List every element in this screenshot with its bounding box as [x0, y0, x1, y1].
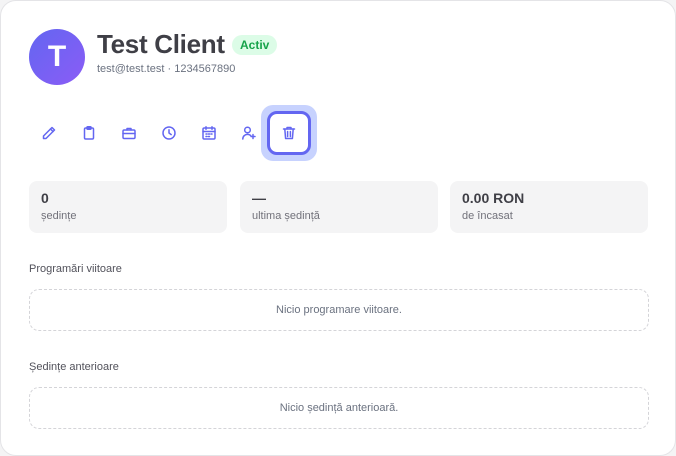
- client-contact: test@test.test · 1234567890: [97, 63, 235, 75]
- user-add-icon: [242, 126, 256, 140]
- client-card: T Test Client Activ test@test.test · 123…: [0, 0, 676, 456]
- stat-value: 0: [41, 190, 49, 206]
- calendar-icon: [202, 126, 216, 140]
- edit-icon: [42, 126, 56, 140]
- upcoming-empty-box: Nicio programare viitoare.: [29, 289, 649, 331]
- stat-label: ședințe: [41, 210, 77, 222]
- past-empty-box: Nicio ședință anterioară.: [29, 387, 649, 429]
- schedule-button[interactable]: [189, 117, 229, 149]
- client-phone: 1234567890: [174, 63, 236, 75]
- stat-value: 0.00 RON: [462, 190, 525, 206]
- briefcase-icon: [122, 127, 136, 140]
- clipboard-icon: [83, 126, 95, 140]
- notes-button[interactable]: [69, 117, 109, 149]
- stat-value: —: [252, 190, 266, 206]
- past-title: Ședințe anterioare: [29, 361, 119, 373]
- past-empty-text: Nicio ședință anterioară.: [279, 402, 399, 414]
- stat-sessions: 0 ședințe: [29, 181, 227, 233]
- delete-button-inner: [267, 111, 311, 155]
- client-name: Test Client: [97, 29, 225, 59]
- stat-label: ultima ședință: [252, 210, 320, 222]
- stat-due: 0.00 RON de încasat: [450, 181, 648, 233]
- trash-icon: [282, 126, 296, 140]
- upcoming-empty-text: Nicio programare viitoare.: [276, 304, 402, 316]
- packages-button[interactable]: [109, 117, 149, 149]
- stat-last-session: — ultima ședință: [240, 181, 438, 233]
- history-button[interactable]: [149, 117, 189, 149]
- clock-icon: [162, 126, 176, 140]
- avatar: T: [29, 29, 85, 85]
- status-badge: Activ: [232, 35, 278, 55]
- contact-separator: ·: [164, 63, 175, 75]
- avatar-initial: T: [47, 40, 67, 73]
- stat-label: de încasat: [462, 210, 513, 222]
- delete-button[interactable]: [261, 105, 317, 161]
- edit-button[interactable]: [29, 117, 69, 149]
- upcoming-title: Programări viitoare: [29, 263, 122, 275]
- client-email: test@test.test: [97, 63, 165, 75]
